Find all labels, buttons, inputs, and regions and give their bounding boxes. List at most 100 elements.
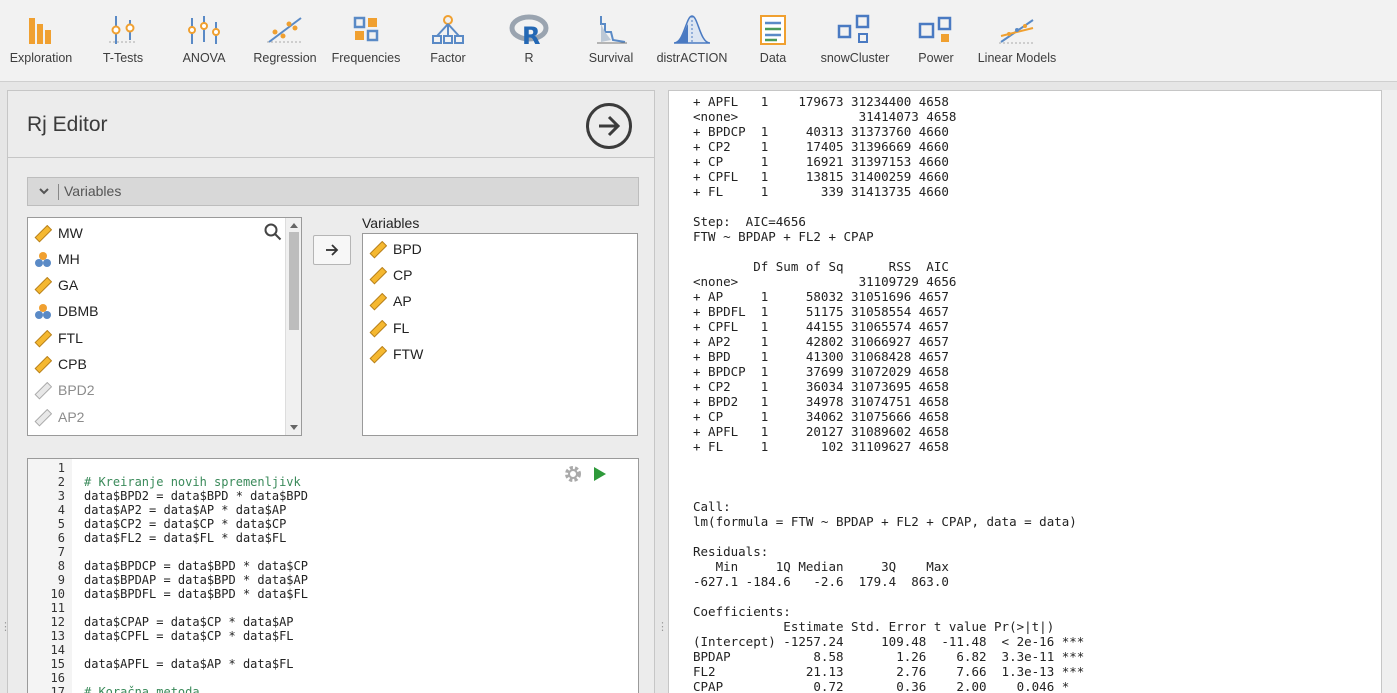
code-line[interactable]: 7 bbox=[28, 545, 628, 559]
output-line: <none> 31414073 4658 bbox=[693, 109, 957, 124]
list-item[interactable]: AP bbox=[363, 288, 621, 314]
output-line: -627.1 -184.6 -2.6 179.4 863.0 bbox=[693, 574, 949, 589]
variables-header-label: Variables bbox=[64, 183, 122, 199]
output-line: Coefficients: bbox=[693, 604, 791, 619]
t-tests-icon bbox=[109, 16, 137, 44]
frequencies-icon bbox=[353, 16, 379, 42]
run-arrow-button[interactable] bbox=[586, 103, 632, 149]
code-line[interactable]: 12 data$CPAP = data$CP * data$AP bbox=[28, 615, 628, 629]
output-line: lm(formula = FTW ~ BPDAP + FL2 + CPAP, d… bbox=[693, 514, 1077, 529]
list-item[interactable]: AP2 bbox=[28, 404, 286, 430]
toolbar-distraction[interactable]: distrACTION bbox=[652, 0, 732, 82]
scroll-up-arrow-icon[interactable] bbox=[290, 223, 298, 228]
code-comment: # Kreiranje novih spremenljivk bbox=[84, 475, 301, 489]
code-line[interactable]: 16 bbox=[28, 671, 628, 685]
continuous-ruler-icon bbox=[369, 293, 387, 311]
continuous-ruler-icon bbox=[34, 330, 52, 348]
search-icon[interactable] bbox=[264, 223, 282, 241]
editor-title: Rj Editor bbox=[27, 113, 108, 136]
toolbar-frequencies[interactable]: Frequencies bbox=[326, 0, 406, 82]
list-item[interactable]: FL bbox=[363, 315, 621, 341]
code-line[interactable]: 2 # Kreiranje novih spremenljivk bbox=[28, 475, 628, 489]
code-line[interactable]: 11 bbox=[28, 601, 628, 615]
code-line[interactable]: 14 bbox=[28, 643, 628, 657]
output-line: Min 1Q Median 3Q Max bbox=[693, 559, 949, 574]
gear-icon[interactable] bbox=[563, 464, 583, 484]
list-item[interactable]: FTL bbox=[28, 325, 286, 351]
list-item[interactable]: BPD2 bbox=[28, 377, 286, 403]
output-line: + CP2 1 17405 31396669 4660 bbox=[693, 139, 949, 154]
code-line[interactable]: 17 # Koračna metoda bbox=[28, 685, 628, 693]
code-line[interactable]: 13 data$CPFL = data$CP * data$FL bbox=[28, 629, 628, 643]
code-line[interactable]: 6 data$FL2 = data$FL * data$FL bbox=[28, 531, 628, 545]
toolbar-exploration[interactable]: Exploration bbox=[1, 0, 81, 82]
toolbar-data[interactable]: Data bbox=[733, 0, 813, 82]
output-line: Estimate Std. Error t value Pr(>|t|) bbox=[693, 619, 1055, 634]
list-item[interactable]: GA bbox=[28, 272, 286, 298]
code-line[interactable]: 3 data$BPD2 = data$BPD * data$BPD bbox=[28, 489, 628, 503]
continuous-ruler-icon bbox=[369, 320, 387, 338]
anova-icon bbox=[188, 16, 220, 44]
editor-header: Rj Editor bbox=[8, 91, 654, 158]
toolbar-t-tests[interactable]: T-Tests bbox=[83, 0, 163, 82]
list-item[interactable]: MW bbox=[28, 220, 286, 246]
line-number: 11 bbox=[50, 601, 65, 615]
variables-scrollbar[interactable] bbox=[285, 218, 301, 435]
line-number: 4 bbox=[57, 503, 65, 517]
list-item[interactable]: MH bbox=[28, 246, 286, 272]
line-number: 1 bbox=[57, 461, 65, 475]
line-number: 3 bbox=[57, 489, 65, 503]
ribbon-toolbar: Exploration T-Tests ANOVA Regression Fre… bbox=[0, 0, 1397, 82]
code-text: data$BPDAP = data$BPD * data$AP bbox=[84, 573, 308, 587]
variables-collapse-header[interactable]: Variables bbox=[27, 177, 639, 206]
output-line: + BPDCP 1 40313 31373760 4660 bbox=[693, 124, 949, 139]
selected-variables-list[interactable]: BPD CP AP FL FTW bbox=[362, 233, 638, 436]
factor-icon bbox=[432, 15, 464, 44]
run-play-icon[interactable] bbox=[593, 466, 607, 482]
output-line: + AP2 1 42802 31066927 4657 bbox=[693, 334, 949, 349]
code-line[interactable]: 4 data$AP2 = data$AP * data$AP bbox=[28, 503, 628, 517]
toolbar-factor[interactable]: Factor bbox=[408, 0, 488, 82]
r-code-editor[interactable]: 1 2 # Kreiranje novih spremenljivk 3 data$BP… bbox=[27, 458, 639, 693]
divider bbox=[58, 184, 59, 200]
code-line[interactable]: 8 data$BPDCP = data$BPD * data$CP bbox=[28, 559, 628, 573]
results-scrollbar[interactable] bbox=[1382, 90, 1397, 693]
left-splitter-handle[interactable]: ⋮ bbox=[0, 620, 11, 633]
panel-splitter-handle[interactable]: ⋮ bbox=[657, 620, 668, 633]
code-line[interactable]: 9 data$BPDAP = data$BPD * data$AP bbox=[28, 573, 628, 587]
output-line: FTW ~ BPDAP + FL2 + CPAP bbox=[693, 229, 874, 244]
code-line[interactable]: 1 bbox=[28, 461, 628, 475]
regression-icon bbox=[267, 17, 303, 43]
toolbar-survival[interactable]: Survival bbox=[571, 0, 651, 82]
code-text: data$CP2 = data$CP * data$CP bbox=[84, 517, 287, 531]
code-text: data$FL2 = data$FL * data$FL bbox=[84, 531, 287, 545]
list-item[interactable]: DBMB bbox=[28, 298, 286, 324]
list-item[interactable]: CPB bbox=[28, 351, 286, 377]
toolbar-anova[interactable]: ANOVA bbox=[164, 0, 244, 82]
results-output-panel: + APFL 1 179673 31234400 4658 <none> 3141… bbox=[668, 90, 1382, 693]
code-line[interactable]: 5 data$CP2 = data$CP * data$CP bbox=[28, 517, 628, 531]
toolbar-regression[interactable]: Regression bbox=[245, 0, 325, 82]
code-line[interactable]: 15 data$APFL = data$AP * data$FL bbox=[28, 657, 628, 671]
toolbar-linear-models[interactable]: Linear Models bbox=[977, 0, 1057, 82]
toolbar-snowcluster[interactable]: snowCluster bbox=[815, 0, 895, 82]
code-line[interactable]: 10 data$BPDFL = data$BPD * data$FL bbox=[28, 587, 628, 601]
arrow-right-icon bbox=[326, 244, 339, 256]
line-number: 5 bbox=[57, 517, 65, 531]
rj-editor-panel: Rj Editor Variables MW MH GA DBMB FTL CP… bbox=[7, 90, 655, 693]
list-item[interactable]: CP bbox=[363, 262, 621, 288]
nominal-circles-icon bbox=[35, 304, 51, 319]
linear-models-icon bbox=[999, 19, 1035, 44]
scroll-down-arrow-icon[interactable] bbox=[290, 425, 298, 430]
list-item[interactable]: FTW bbox=[363, 341, 621, 367]
scroll-thumb[interactable] bbox=[289, 232, 299, 330]
move-to-selected-button[interactable] bbox=[313, 235, 351, 265]
target-variables-label: Variables bbox=[362, 215, 420, 231]
toolbar-r[interactable]: R R bbox=[489, 0, 569, 82]
toolbar-power[interactable]: Power bbox=[896, 0, 976, 82]
list-item[interactable]: BPD bbox=[363, 236, 621, 262]
line-number: 10 bbox=[50, 587, 65, 601]
continuous-ruler-icon bbox=[34, 277, 52, 295]
available-variables-list[interactable]: MW MH GA DBMB FTL CPB BPD2 AP2 bbox=[27, 217, 302, 436]
code-comment: # Koračna metoda bbox=[84, 685, 200, 693]
